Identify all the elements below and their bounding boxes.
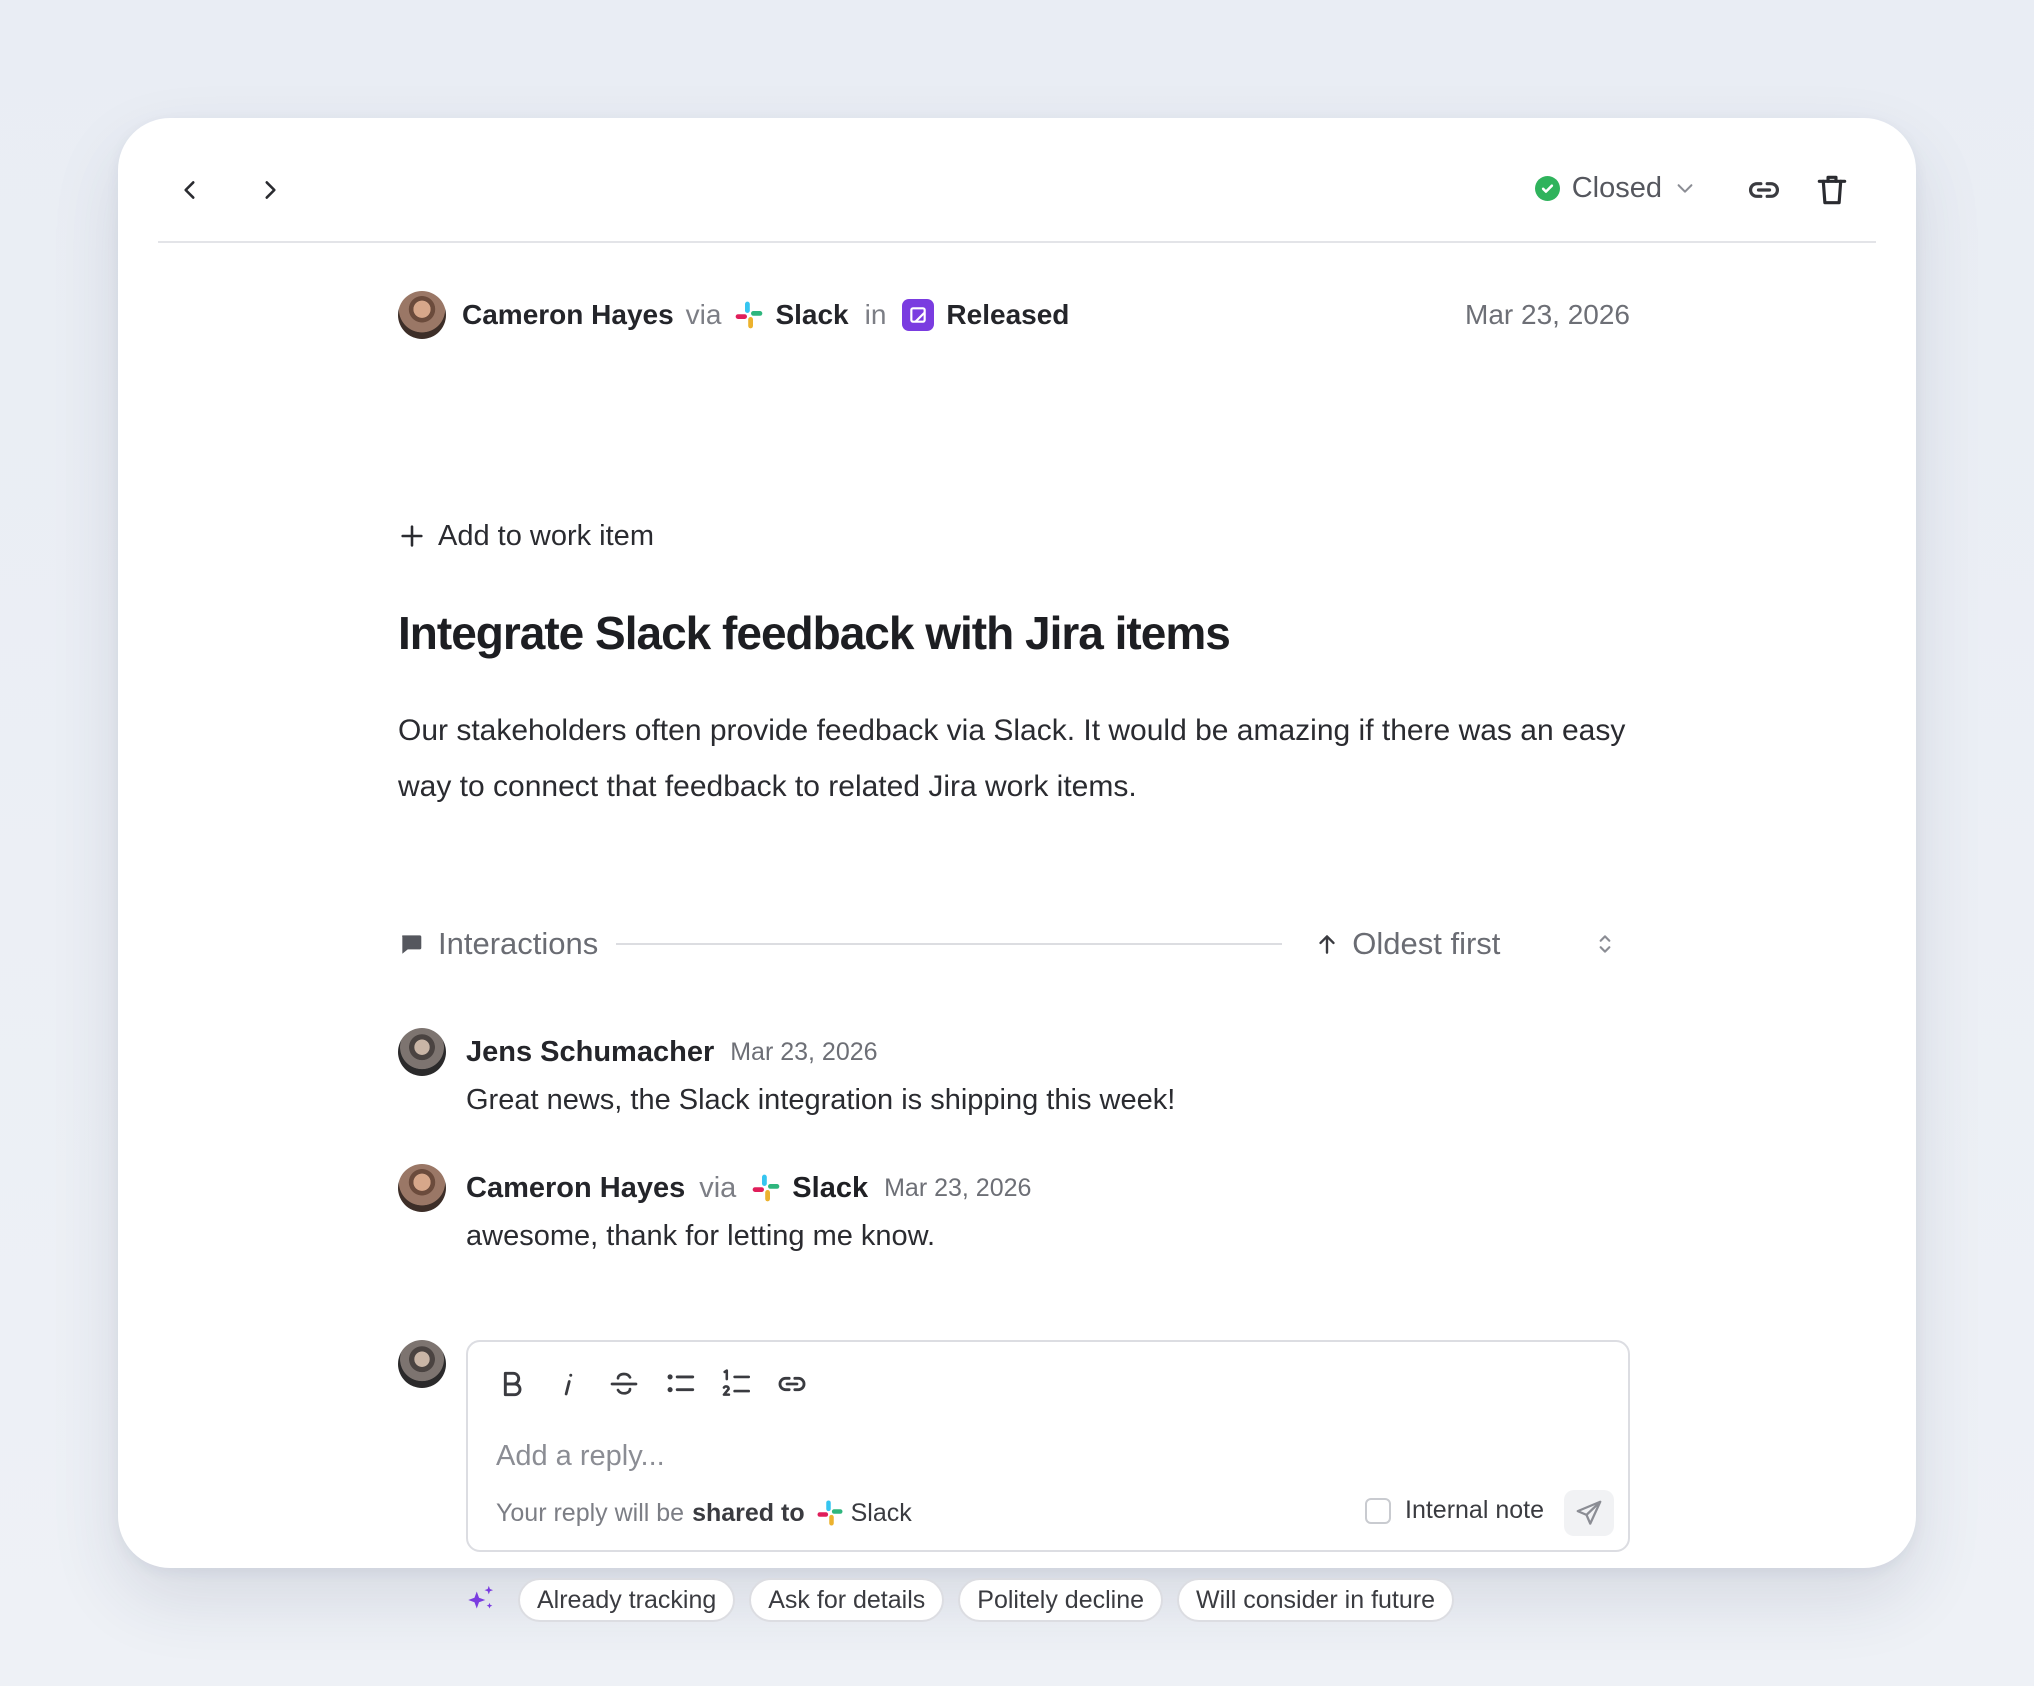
- share-target: Slack: [850, 1498, 912, 1527]
- suggestion-chip[interactable]: Politely decline: [958, 1578, 1164, 1622]
- arrow-up-icon: [1319, 935, 1335, 954]
- slack-icon: [752, 1174, 780, 1202]
- author-name[interactable]: Cameron Hayes: [462, 299, 674, 331]
- add-to-work-item-button[interactable]: Add to work item: [398, 514, 1630, 558]
- feedback-detail-panel: Closed Cameron Hayes via Slack in Releas…: [118, 118, 1916, 1622]
- comment-text: Great news, the Slack integration is shi…: [466, 1084, 1176, 1116]
- send-button[interactable]: [1564, 1490, 1614, 1536]
- suggested-replies: Already tracking Ask for details Politel…: [398, 1578, 1630, 1622]
- add-to-work-item-label: Add to work item: [438, 519, 654, 552]
- reply-composer: Your reply will be shared to Slack Inter…: [398, 1340, 1630, 1552]
- interactions-header: Interactions Oldest first: [398, 918, 1630, 970]
- reply-input[interactable]: [496, 1434, 1596, 1478]
- bullet-list-button[interactable]: [662, 1366, 698, 1402]
- chevron-left-icon: [184, 181, 195, 199]
- strikethrough-icon: [610, 1372, 638, 1395]
- bold-icon: [503, 1371, 522, 1397]
- feedback-meta: Cameron Hayes via Slack in Released Mar …: [398, 288, 1630, 342]
- trash-icon: [1817, 175, 1847, 205]
- slack-icon: [817, 1500, 843, 1526]
- delete-button[interactable]: [1810, 168, 1854, 212]
- source-label: Slack: [775, 299, 849, 330]
- source-label: Slack: [792, 1171, 869, 1204]
- comment-author: Cameron Hayes: [466, 1171, 686, 1204]
- numbered-list-icon: [722, 1369, 751, 1396]
- comment-author: Jens Schumacher: [466, 1035, 715, 1068]
- check-circle-icon: [1534, 175, 1560, 201]
- avatar: [398, 1028, 446, 1076]
- numbered-list-button[interactable]: [718, 1366, 754, 1402]
- strikethrough-button[interactable]: [606, 1366, 642, 1402]
- sort-order-button[interactable]: Oldest first: [1314, 926, 1500, 962]
- reply-editor[interactable]: Your reply will be shared to Slack Inter…: [466, 1340, 1630, 1552]
- avatar: [398, 1164, 446, 1212]
- release-label[interactable]: Released: [946, 299, 1069, 331]
- comment-date: Mar 23, 2026: [884, 1173, 1032, 1202]
- italic-icon: [564, 1373, 573, 1396]
- previous-button[interactable]: [170, 170, 210, 210]
- comment-icon: [402, 935, 422, 954]
- internal-note-toggle[interactable]: Internal note: [1365, 1496, 1544, 1525]
- internal-note-label: Internal note: [1405, 1496, 1544, 1524]
- via-label: via: [699, 1171, 737, 1204]
- insert-link-button[interactable]: [774, 1366, 810, 1402]
- slack-icon: [736, 301, 763, 329]
- in-label: in: [864, 299, 887, 330]
- sort-toggle-button[interactable]: [1588, 927, 1622, 961]
- sparkle-icon: [468, 1585, 494, 1609]
- feedback-title: Integrate Slack feedback with Jira items: [398, 607, 1231, 659]
- comment-item: Cameron Hayes via Slack Mar 23, 2026 awe…: [398, 1164, 1630, 1253]
- suggestion-chip[interactable]: Ask for details: [749, 1578, 945, 1622]
- feedback-date: Mar 23, 2026: [1465, 299, 1630, 330]
- comment-item: Jens Schumacher Mar 23, 2026 Great news,…: [398, 1028, 1630, 1117]
- copy-link-button[interactable]: [1742, 168, 1786, 212]
- suggestion-chip[interactable]: Already tracking: [518, 1578, 736, 1622]
- link-icon: [1748, 182, 1780, 198]
- bullet-list-icon: [667, 1374, 695, 1393]
- top-toolbar: Closed: [158, 118, 1876, 243]
- comment-text: awesome, thank for letting me know.: [466, 1220, 936, 1252]
- plus-icon: [401, 525, 423, 547]
- formatting-toolbar: [494, 1366, 810, 1402]
- avatar: [398, 1340, 446, 1388]
- next-button[interactable]: [250, 170, 290, 210]
- send-icon: [1576, 1500, 1602, 1525]
- share-prefix: Your reply will be: [496, 1498, 685, 1527]
- interactions-label: Interactions: [438, 926, 599, 961]
- via-label: via: [685, 299, 722, 330]
- internal-note-checkbox[interactable]: [1365, 1497, 1391, 1524]
- link-icon: [778, 1376, 806, 1392]
- status-label: Closed: [1571, 171, 1662, 204]
- suggestion-chip[interactable]: Will consider in future: [1177, 1578, 1455, 1622]
- divider: [616, 943, 1283, 945]
- sort-label: Oldest first: [1352, 926, 1501, 961]
- share-bold: shared to: [692, 1498, 805, 1527]
- comment-date: Mar 23, 2026: [730, 1037, 878, 1066]
- release-icon: [902, 299, 935, 331]
- bold-button[interactable]: [494, 1366, 530, 1402]
- avatar: [398, 291, 446, 339]
- status-dropdown[interactable]: Closed: [1534, 166, 1696, 210]
- chevron-up-down-icon: [1599, 935, 1611, 953]
- chevron-right-icon: [265, 181, 276, 199]
- chevron-down-icon: [1677, 184, 1693, 193]
- italic-button[interactable]: [550, 1366, 586, 1402]
- share-note: Your reply will be shared to Slack: [496, 1498, 912, 1528]
- feedback-description: Our stakeholders often provide feedback …: [398, 714, 1626, 803]
